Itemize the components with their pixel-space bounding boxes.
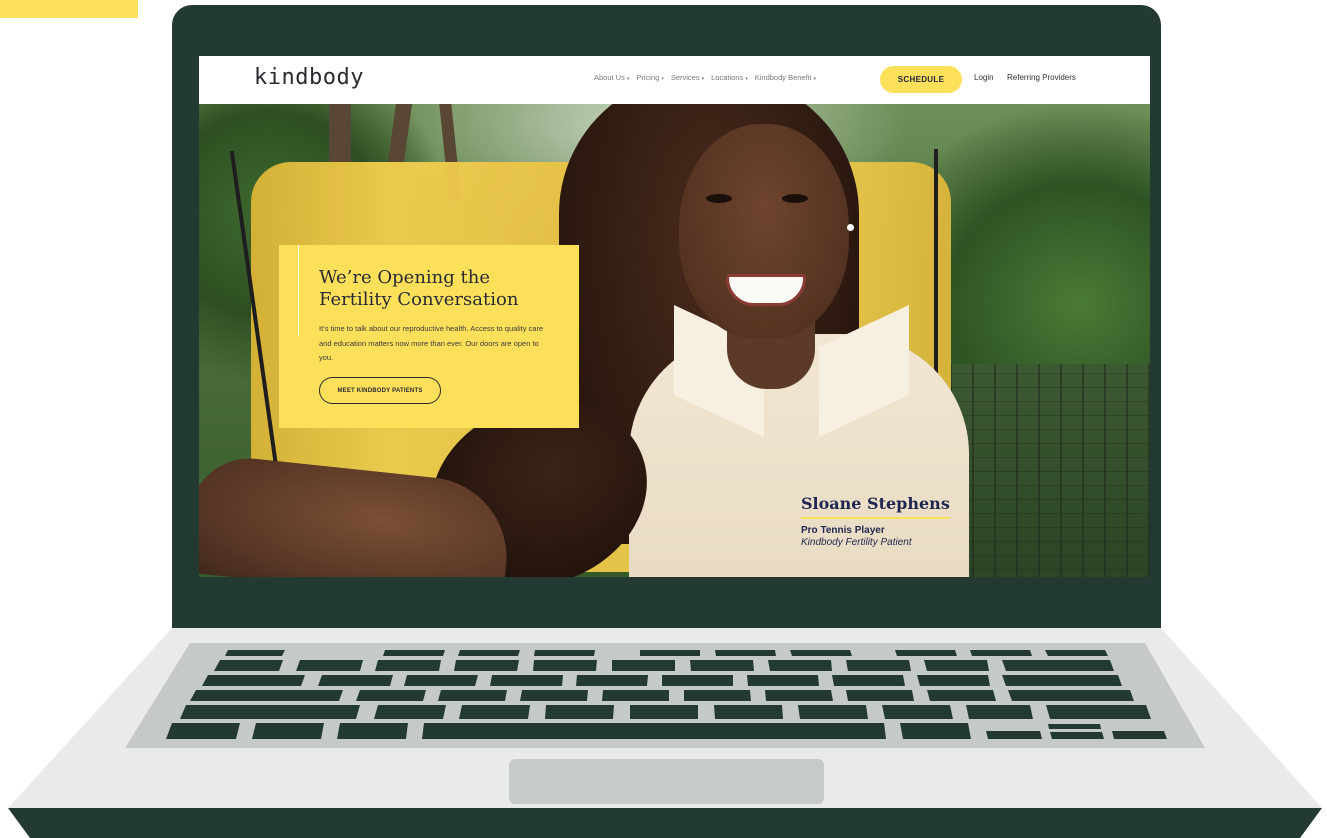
laptop-front-edge (8, 808, 1322, 838)
laptop-base (8, 628, 1322, 838)
trackpad (509, 759, 824, 804)
